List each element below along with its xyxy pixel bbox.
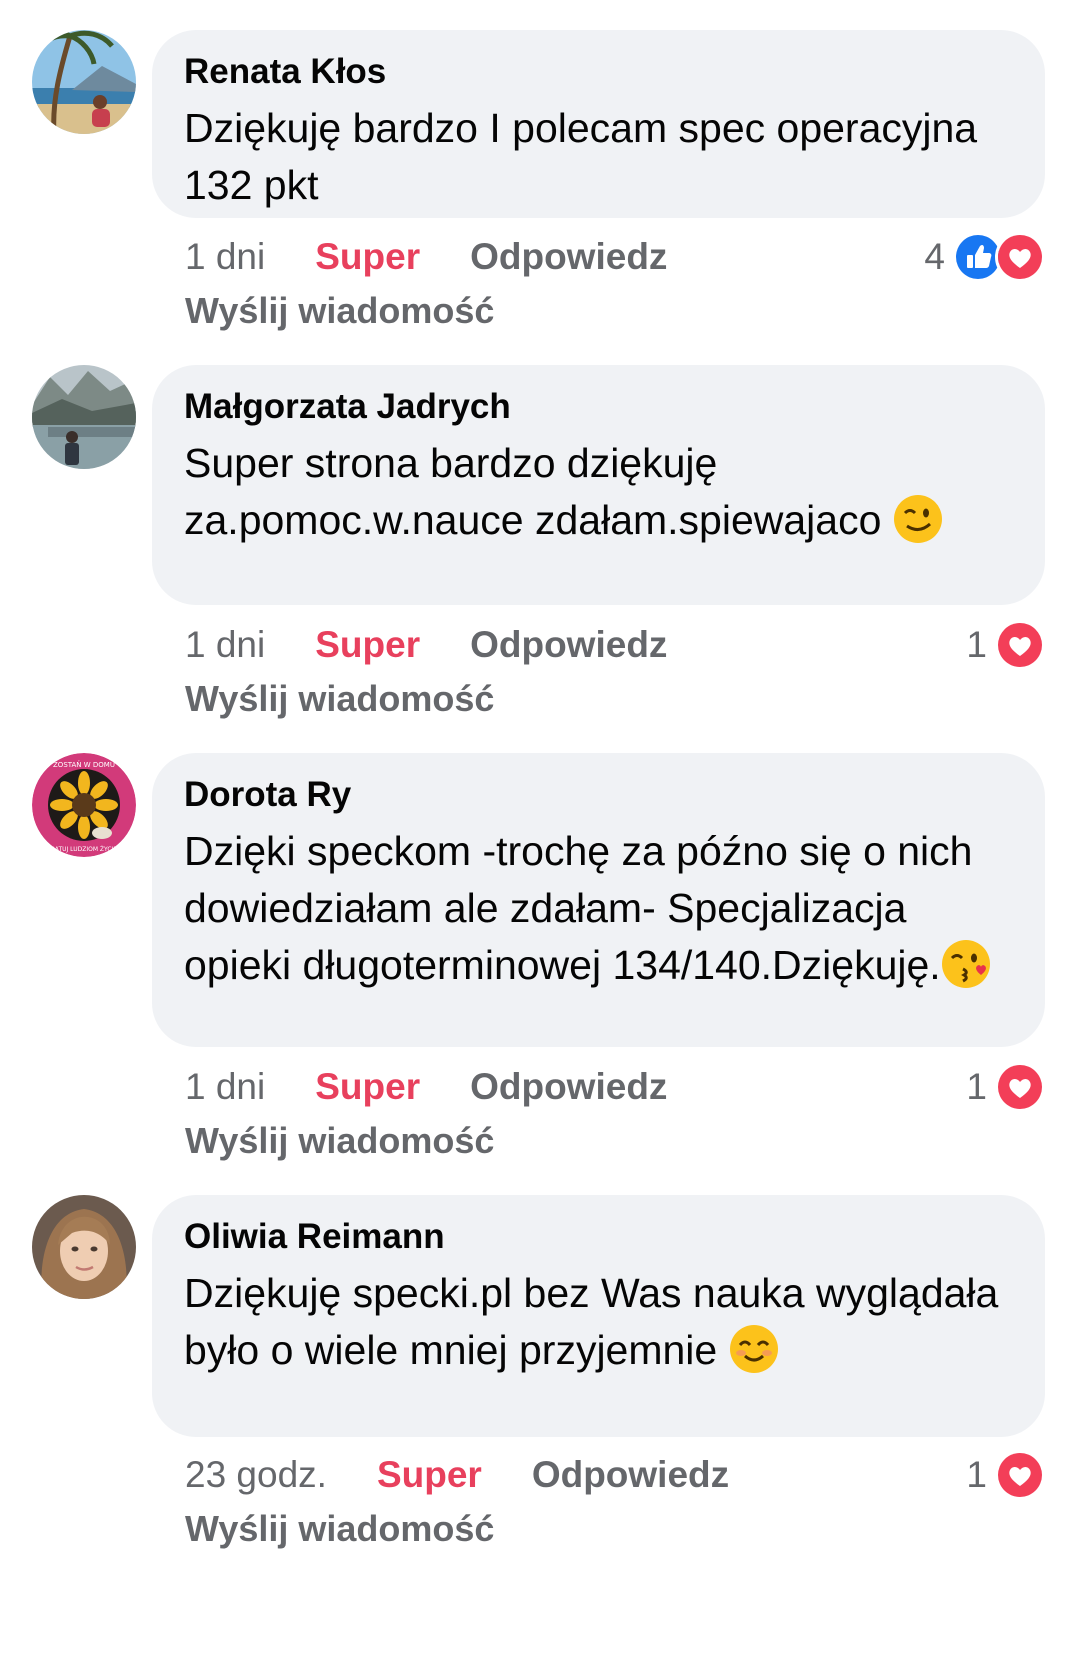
comment-text: Super strona bardzo dziękuję za.pomoc.w.… bbox=[184, 435, 1011, 549]
reply-button[interactable]: Odpowiedz bbox=[470, 624, 667, 665]
comment-time[interactable]: 1 dni bbox=[185, 624, 265, 665]
super-reaction-button[interactable]: Super bbox=[315, 236, 420, 277]
comment-bubble: Oliwia Reimann Dziękuję specki.pl bez Wa… bbox=[152, 1195, 1045, 1437]
smile-emoji-icon bbox=[729, 1324, 779, 1374]
reaction-summary[interactable]: 4 bbox=[924, 232, 1045, 282]
comment-text-content: Super strona bardzo dziękuję za.pomoc.w.… bbox=[184, 440, 882, 543]
comment-time[interactable]: 1 dni bbox=[185, 1066, 265, 1107]
send-message-button[interactable]: Wyślij wiadomość bbox=[185, 287, 494, 335]
comment-text-content: Dzięki speckom -trochę za późno się o ni… bbox=[184, 828, 973, 988]
comment-actions: 1 dni Super Odpowiedz bbox=[185, 1063, 667, 1111]
comment-bubble: Małgorzata Jadrych Super strona bardzo d… bbox=[152, 365, 1045, 605]
comment-text: Dziękuję bardzo I polecam spec operacyjn… bbox=[184, 105, 978, 208]
avatar[interactable]: ZOSTAŃ W DOMU RATUJ LUDZIOM ŻYCIE bbox=[32, 753, 136, 857]
avatar[interactable] bbox=[32, 1195, 136, 1299]
reaction-count: 4 bbox=[924, 236, 945, 277]
reply-button[interactable]: Odpowiedz bbox=[470, 1066, 667, 1107]
wink-emoji-icon bbox=[893, 494, 943, 544]
love-icon bbox=[995, 232, 1045, 282]
comment-author[interactable]: Dorota Ry bbox=[184, 773, 1011, 817]
send-message-button[interactable]: Wyślij wiadomość bbox=[185, 1505, 494, 1553]
reply-button[interactable]: Odpowiedz bbox=[532, 1454, 729, 1495]
send-message-button[interactable]: Wyślij wiadomość bbox=[185, 675, 494, 723]
reaction-summary[interactable]: 1 bbox=[966, 620, 1045, 670]
comment-text: Dzięki speckom -trochę za późno się o ni… bbox=[184, 823, 1011, 994]
send-message-button[interactable]: Wyślij wiadomość bbox=[185, 1117, 494, 1165]
avatar[interactable] bbox=[32, 365, 136, 469]
comment-text: Dziękuję specki.pl bez Was nauka wygląda… bbox=[184, 1265, 1011, 1379]
super-reaction-button[interactable]: Super bbox=[315, 1066, 420, 1107]
reaction-count: 1 bbox=[966, 1066, 987, 1107]
avatar[interactable] bbox=[32, 30, 136, 134]
comment-author[interactable]: Oliwia Reimann bbox=[184, 1215, 1011, 1259]
comment-time[interactable]: 1 dni bbox=[185, 236, 265, 277]
comment-actions: 1 dni Super Odpowiedz bbox=[185, 621, 667, 669]
comment-time[interactable]: 23 godz. bbox=[185, 1454, 327, 1495]
love-icon bbox=[995, 620, 1045, 670]
reaction-summary[interactable]: 1 bbox=[966, 1450, 1045, 1500]
comment-bubble: Dorota Ry Dzięki speckom -trochę za późn… bbox=[152, 753, 1045, 1047]
super-reaction-button[interactable]: Super bbox=[315, 624, 420, 665]
comment-actions: 23 godz. Super Odpowiedz bbox=[185, 1451, 729, 1499]
kiss-emoji-icon bbox=[941, 939, 991, 989]
avatar-text: ZOSTAŃ W DOMU bbox=[53, 760, 115, 769]
comment-author[interactable]: Renata Kłos bbox=[184, 50, 1011, 94]
love-icon bbox=[995, 1450, 1045, 1500]
comment-text-content: Dziękuję specki.pl bez Was nauka wygląda… bbox=[184, 1270, 999, 1373]
reaction-count: 1 bbox=[966, 624, 987, 665]
avatar-text: RATUJ LUDZIOM ŻYCIE bbox=[51, 846, 117, 853]
super-reaction-button[interactable]: Super bbox=[377, 1454, 482, 1495]
comment-author[interactable]: Małgorzata Jadrych bbox=[184, 385, 1011, 429]
reaction-count: 1 bbox=[966, 1454, 987, 1495]
comment-bubble: Renata Kłos Dziękuję bardzo I polecam sp… bbox=[152, 30, 1045, 218]
reaction-summary[interactable]: 1 bbox=[966, 1062, 1045, 1112]
reply-button[interactable]: Odpowiedz bbox=[470, 236, 667, 277]
comment-actions: 1 dni Super Odpowiedz bbox=[185, 233, 667, 281]
love-icon bbox=[995, 1062, 1045, 1112]
